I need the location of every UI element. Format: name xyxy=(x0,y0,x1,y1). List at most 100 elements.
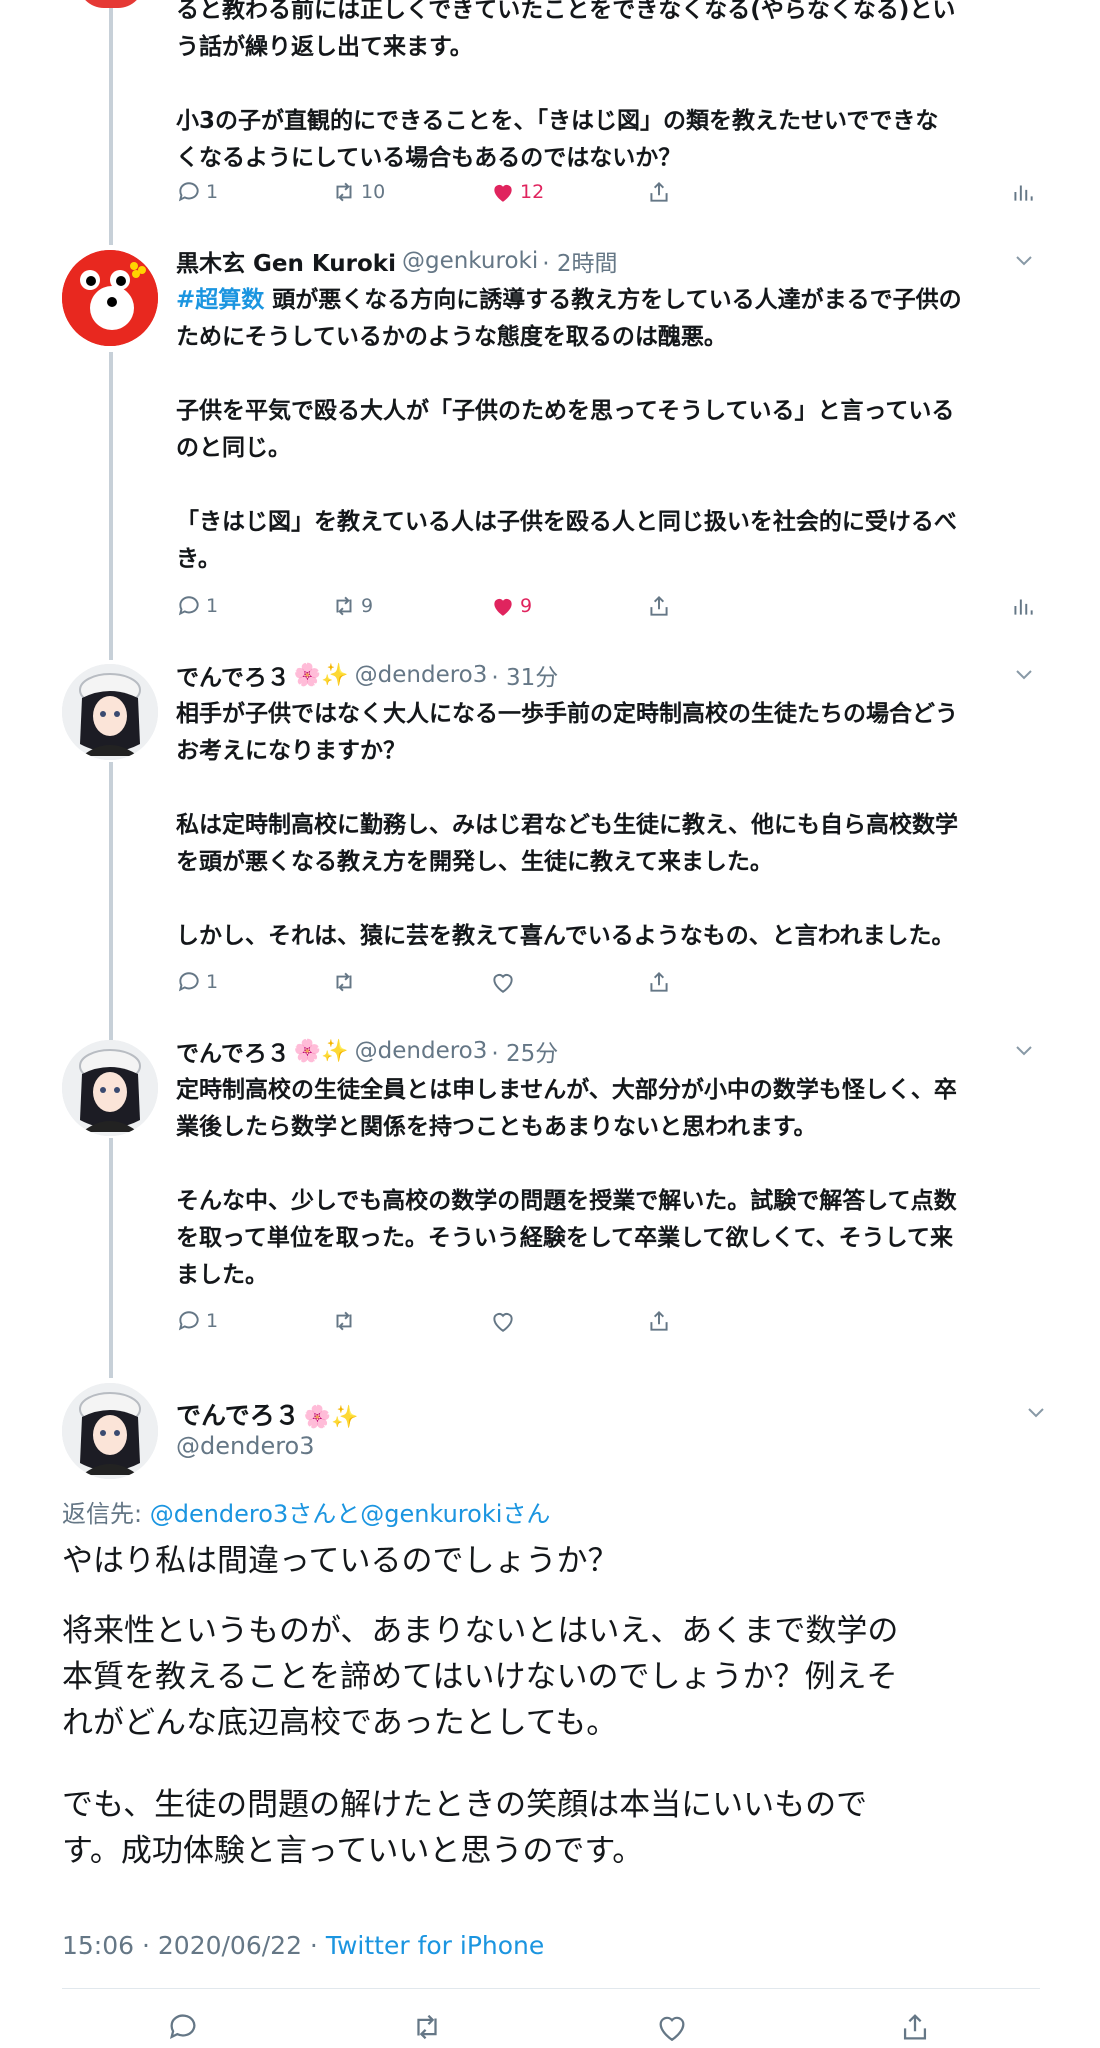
avatar[interactable] xyxy=(62,1383,158,1479)
share-button[interactable] xyxy=(646,588,672,624)
retweet-count: 10 xyxy=(361,181,386,203)
reply-button[interactable]: 1 xyxy=(176,588,218,624)
analytics-button[interactable] xyxy=(1010,588,1036,624)
bear-avatar-image xyxy=(62,250,158,346)
divider xyxy=(62,1988,1040,1989)
tweet-header: でんでろ３ 🌸✨ @dendero3 · 25分 xyxy=(176,1034,1036,1068)
user-handle[interactable]: @dendero3 xyxy=(355,1038,488,1064)
reply-count: 1 xyxy=(206,971,219,993)
anime-avatar-image xyxy=(62,1040,158,1136)
retweet-button[interactable] xyxy=(331,964,357,1000)
display-name[interactable]: 黒木玄 Gen Kuroki xyxy=(176,244,396,278)
tweet-source-link[interactable]: Twitter for iPhone xyxy=(326,1931,544,1960)
like-count: 12 xyxy=(520,181,545,203)
user-handle[interactable]: @genkuroki xyxy=(402,248,538,274)
tweet-actions: 1 xyxy=(176,964,1036,1000)
tweet-time: · 31分 xyxy=(491,665,559,691)
avatar[interactable] xyxy=(62,664,158,760)
tweet[interactable]: ると教わる前には正しくできていたことをできなくなる(やらなくなる)とい う話が繰… xyxy=(176,0,1036,177)
retweet-icon[interactable] xyxy=(410,2010,444,2044)
retweet-button[interactable] xyxy=(331,1303,357,1339)
tweet-actions: 1 9 9 xyxy=(176,588,1036,624)
like-icon xyxy=(494,184,512,202)
retweet-count: 9 xyxy=(361,595,374,617)
thread-line xyxy=(109,762,113,1040)
anime-avatar-image xyxy=(62,1383,158,1479)
tweet-metadata: 15:06 · 2020/06/22 · Twitter for iPhone xyxy=(62,1931,544,1960)
main-tweet-text: 将来性というものが、あまりないとはいえ、あくまで数学の 本質を教えることを諦めて… xyxy=(62,1613,899,1741)
tweet-header: でんでろ３ 🌸✨ @dendero3 · 31分 xyxy=(176,658,1036,692)
thread-line xyxy=(109,1138,113,1378)
share-button[interactable] xyxy=(646,1303,672,1339)
like-button[interactable] xyxy=(490,964,516,1000)
chevron-down-icon[interactable] xyxy=(1012,1040,1036,1060)
like-icon[interactable] xyxy=(655,2010,689,2044)
retweet-icon xyxy=(336,972,352,992)
tweet-header: 黒木玄 Gen Kuroki @genkuroki · 2時間 xyxy=(176,244,1036,278)
retweet-button[interactable]: 10 xyxy=(331,174,385,210)
retweet-button[interactable]: 9 xyxy=(331,588,373,624)
like-count: 9 xyxy=(520,595,533,617)
tweet[interactable]: でんでろ３ 🌸✨ @dendero3 · 31分 相手が子供ではなく大人になる一… xyxy=(176,658,1036,955)
user-handle[interactable]: @dendero3 xyxy=(176,1432,315,1460)
reply-icon xyxy=(178,182,199,202)
user-handle[interactable]: @dendero3 xyxy=(355,662,488,688)
reply-count: 1 xyxy=(206,181,219,203)
avatar[interactable] xyxy=(62,250,158,346)
analytics-icon xyxy=(1014,599,1033,615)
chevron-down-icon[interactable] xyxy=(1024,1402,1048,1422)
avatar-partial[interactable] xyxy=(78,0,144,8)
hashtag-link[interactable]: #超算数 xyxy=(176,287,264,313)
chevron-down-icon[interactable] xyxy=(1012,664,1036,684)
like-icon xyxy=(493,974,513,993)
display-name[interactable]: でんでろ３ xyxy=(176,1034,290,1068)
reply-icon[interactable] xyxy=(166,2010,200,2044)
analytics-button[interactable] xyxy=(1010,174,1036,210)
like-button[interactable] xyxy=(490,1303,516,1339)
main-tweet-text: やはり私は間違っているのでしょうか？ xyxy=(62,1543,619,1579)
share-icon xyxy=(650,181,668,202)
share-icon xyxy=(650,1310,668,1331)
reply-button[interactable]: 1 xyxy=(176,964,218,1000)
like-icon xyxy=(494,598,512,616)
tweet[interactable]: 黒木玄 Gen Kuroki @genkuroki · 2時間 #超算数 頭が悪… xyxy=(176,244,1036,578)
tweet-text: ると教わる前には正しくできていたことをできなくなる(やらなくなる)とい う話が繰… xyxy=(176,0,956,171)
chevron-down-icon[interactable] xyxy=(1012,250,1036,270)
share-icon xyxy=(650,595,668,616)
reply-button[interactable]: 1 xyxy=(176,174,218,210)
reply-to-label: 返信先: xyxy=(62,1500,150,1528)
tweet-text: #超算数 頭が悪くなる方向に誘導する教え方をしている人達がまるで子供の ためにそ… xyxy=(176,287,962,572)
main-tweet-text: でも、生徒の問題の解けたときの笑顔は本当にいいもので す。成功体験と言っていいと… xyxy=(62,1787,868,1869)
like-icon xyxy=(493,1313,513,1332)
share-button[interactable] xyxy=(646,964,672,1000)
retweet-icon xyxy=(336,596,352,616)
reply-to-users-link[interactable]: @dendero3さんと@genkurokiさん xyxy=(150,1500,551,1528)
tweet[interactable]: でんでろ３ 🌸✨ @dendero3 · 25分 定時制高校の生徒全員とは申しま… xyxy=(176,1034,1036,1294)
reply-button[interactable]: 1 xyxy=(176,1303,218,1339)
reply-icon xyxy=(178,1311,199,1331)
avatar[interactable] xyxy=(62,1040,158,1136)
like-button[interactable]: 12 xyxy=(490,174,544,210)
like-button[interactable]: 9 xyxy=(490,588,532,624)
flower-sparkle-emoji: 🌸✨ xyxy=(303,1405,359,1430)
tweet-actions: 1 10 12 xyxy=(176,174,1036,210)
reply-icon xyxy=(178,596,199,616)
tweet-actions: 1 xyxy=(176,1303,1036,1339)
flower-sparkle-emoji: 🌸✨ xyxy=(293,662,349,688)
retweet-icon xyxy=(336,182,352,202)
share-icon[interactable] xyxy=(898,2010,932,2044)
share-button[interactable] xyxy=(646,174,672,210)
thread-line xyxy=(109,352,113,660)
thread-line xyxy=(109,0,113,245)
reply-count: 1 xyxy=(206,1310,219,1332)
reply-icon xyxy=(178,972,199,992)
share-icon xyxy=(650,971,668,992)
tweet-text: 定時制高校の生徒全員とは申しませんが、大部分が小中の数学も怪しく、卒 業後したら… xyxy=(176,1077,957,1288)
display-name[interactable]: でんでろ３ 🌸✨ xyxy=(176,1396,359,1432)
display-name[interactable]: でんでろ３ xyxy=(176,658,290,692)
reply-count: 1 xyxy=(206,595,219,617)
tweet-text: 相手が子供ではなく大人になる一歩手前の定時制高校の生徒たちの場合どう お考えにな… xyxy=(176,701,958,949)
tweet-time: · 25分 xyxy=(491,1041,559,1067)
tweet-timestamp: 15:06 · 2020/06/22 · xyxy=(62,1931,326,1960)
retweet-icon xyxy=(336,1311,352,1331)
